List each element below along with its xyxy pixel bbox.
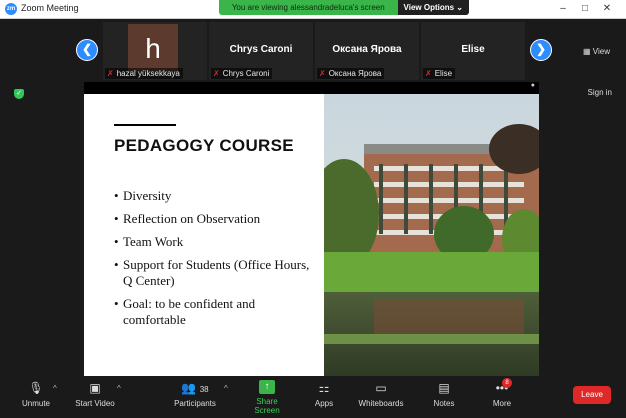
muted-mic-icon: ✗ (213, 69, 220, 78)
more-button[interactable]: ••• 8 More (488, 378, 516, 408)
slide-title: PEDAGOGY COURSE (114, 136, 294, 155)
meeting-toolbar: 🎙 Unmute ^ ▣ Start Video ^ 👥 38 Particip… (0, 376, 626, 418)
view-options-button[interactable]: View Options ⌄ (397, 0, 469, 15)
campus-photo (324, 94, 539, 376)
minimize-button[interactable]: – (556, 2, 570, 15)
window-title: Zoom Meeting (21, 3, 79, 13)
participant-label: ✗ Оксана Ярова (317, 68, 385, 79)
maximize-button[interactable]: □ (578, 2, 592, 15)
audio-options-caret[interactable]: ^ (53, 384, 57, 393)
view-options-label: View Options (403, 3, 455, 12)
participant-label: ✗ Chrys Caroni (211, 68, 273, 79)
notes-button[interactable]: ▤ Notes (430, 380, 458, 408)
participants-icon: 👥 38 (181, 381, 209, 395)
participant-name: Оксана Ярова (328, 69, 382, 78)
shared-screen: PEDAGOGY COURSE Diversity Reflection on … (84, 94, 539, 376)
whiteboards-label: Whiteboards (358, 399, 404, 408)
security-shield-icon[interactable]: ✓ (14, 89, 24, 99)
apps-icon: ⚏ (318, 381, 330, 395)
participant-gallery: ❮ h ✗ hazal yüksekkaya Chrys Caroni ✗ Chry… (0, 19, 626, 81)
grid-icon: ▦ (583, 47, 591, 56)
notification-badge: 8 (502, 378, 512, 388)
close-button[interactable]: ✕ (600, 2, 614, 15)
notes-icon: ▤ (438, 381, 450, 395)
video-off-icon: ▣ (89, 381, 101, 395)
whiteboards-button[interactable]: ▭ Whiteboards (357, 380, 405, 408)
slide-bullet: Support for Students (Office Hours, Q Ce… (114, 257, 314, 289)
more-label: More (492, 399, 512, 408)
slide-bullet-list: Diversity Reflection on Observation Team… (114, 188, 314, 335)
slide-bullet: Reflection on Observation (114, 211, 314, 227)
video-tile-hazal[interactable]: h ✗ hazal yüksekkaya (103, 22, 207, 80)
muted-mic-icon: ✗ (425, 69, 432, 78)
slide-bullet: Team Work (114, 234, 314, 250)
leave-button[interactable]: Leave (573, 386, 611, 404)
slide-bullet: Diversity (114, 188, 314, 204)
video-tile-elise[interactable]: Elise ✗ Elise (421, 22, 525, 80)
video-tile-chrys[interactable]: Chrys Caroni ✗ Chrys Caroni (209, 22, 313, 80)
whiteboard-icon: ▭ (375, 381, 387, 395)
participant-label: ✗ Elise (423, 68, 456, 79)
gallery-prev-button[interactable]: ❮ (76, 39, 98, 61)
slide-bullet: Goal: to be confident and comfortable (114, 296, 314, 328)
zoom-app-icon: zm (5, 3, 17, 15)
share-banner-text: You are viewing alessandradeluca's scree… (219, 0, 398, 15)
title-rule (114, 124, 176, 126)
sign-in-button[interactable]: Sign in (588, 88, 612, 97)
muted-mic-icon: ✗ (107, 69, 114, 78)
participant-label: ✗ hazal yüksekkaya (105, 68, 183, 79)
unmute-label: Unmute (21, 399, 50, 408)
share-screen-label: Share Screen (254, 397, 280, 415)
video-tile-oksana[interactable]: Оксана Ярова ✗ Оксана Ярова (315, 22, 419, 80)
participant-display-name: Оксана Ярова (332, 44, 402, 55)
chevron-down-icon: ⌄ (456, 3, 463, 12)
participants-label: Participants (174, 399, 216, 408)
start-video-label: Start Video (75, 399, 115, 408)
shared-screen-header: ● (84, 82, 539, 94)
participants-options-caret[interactable]: ^ (224, 384, 228, 393)
title-bar: zm Zoom Meeting You are viewing alessand… (0, 0, 626, 19)
participant-name: Chrys Caroni (222, 69, 270, 78)
participants-button[interactable]: 👥 38 Participants (172, 380, 218, 408)
notes-label: Notes (433, 399, 455, 408)
muted-mic-icon: 🎙 (28, 381, 44, 395)
apps-label: Apps (314, 399, 334, 408)
participant-name: hazal yüksekkaya (116, 69, 180, 78)
participant-display-name: Elise (461, 44, 485, 55)
video-options-caret[interactable]: ^ (117, 384, 121, 393)
start-video-button[interactable]: ▣ Start Video (74, 380, 116, 408)
gallery-next-button[interactable]: ❯ (530, 39, 552, 61)
participant-name: Elise (434, 69, 453, 78)
share-screen-icon: ↑ (259, 380, 275, 394)
apps-button[interactable]: ⚏ Apps (310, 380, 338, 408)
view-button[interactable]: ▦ View (583, 47, 610, 56)
muted-mic-icon: ✗ (319, 69, 326, 78)
participant-display-name: Chrys Caroni (229, 44, 293, 55)
unmute-button[interactable]: 🎙 Unmute (20, 380, 52, 408)
dot-icon: ● (530, 82, 535, 89)
participants-count: 38 (199, 385, 209, 394)
view-label: View (592, 47, 610, 56)
share-screen-button[interactable]: ↑ Share Screen (243, 380, 291, 415)
share-banner: You are viewing alessandradeluca's scree… (219, 0, 469, 15)
avatar: h (128, 24, 178, 72)
